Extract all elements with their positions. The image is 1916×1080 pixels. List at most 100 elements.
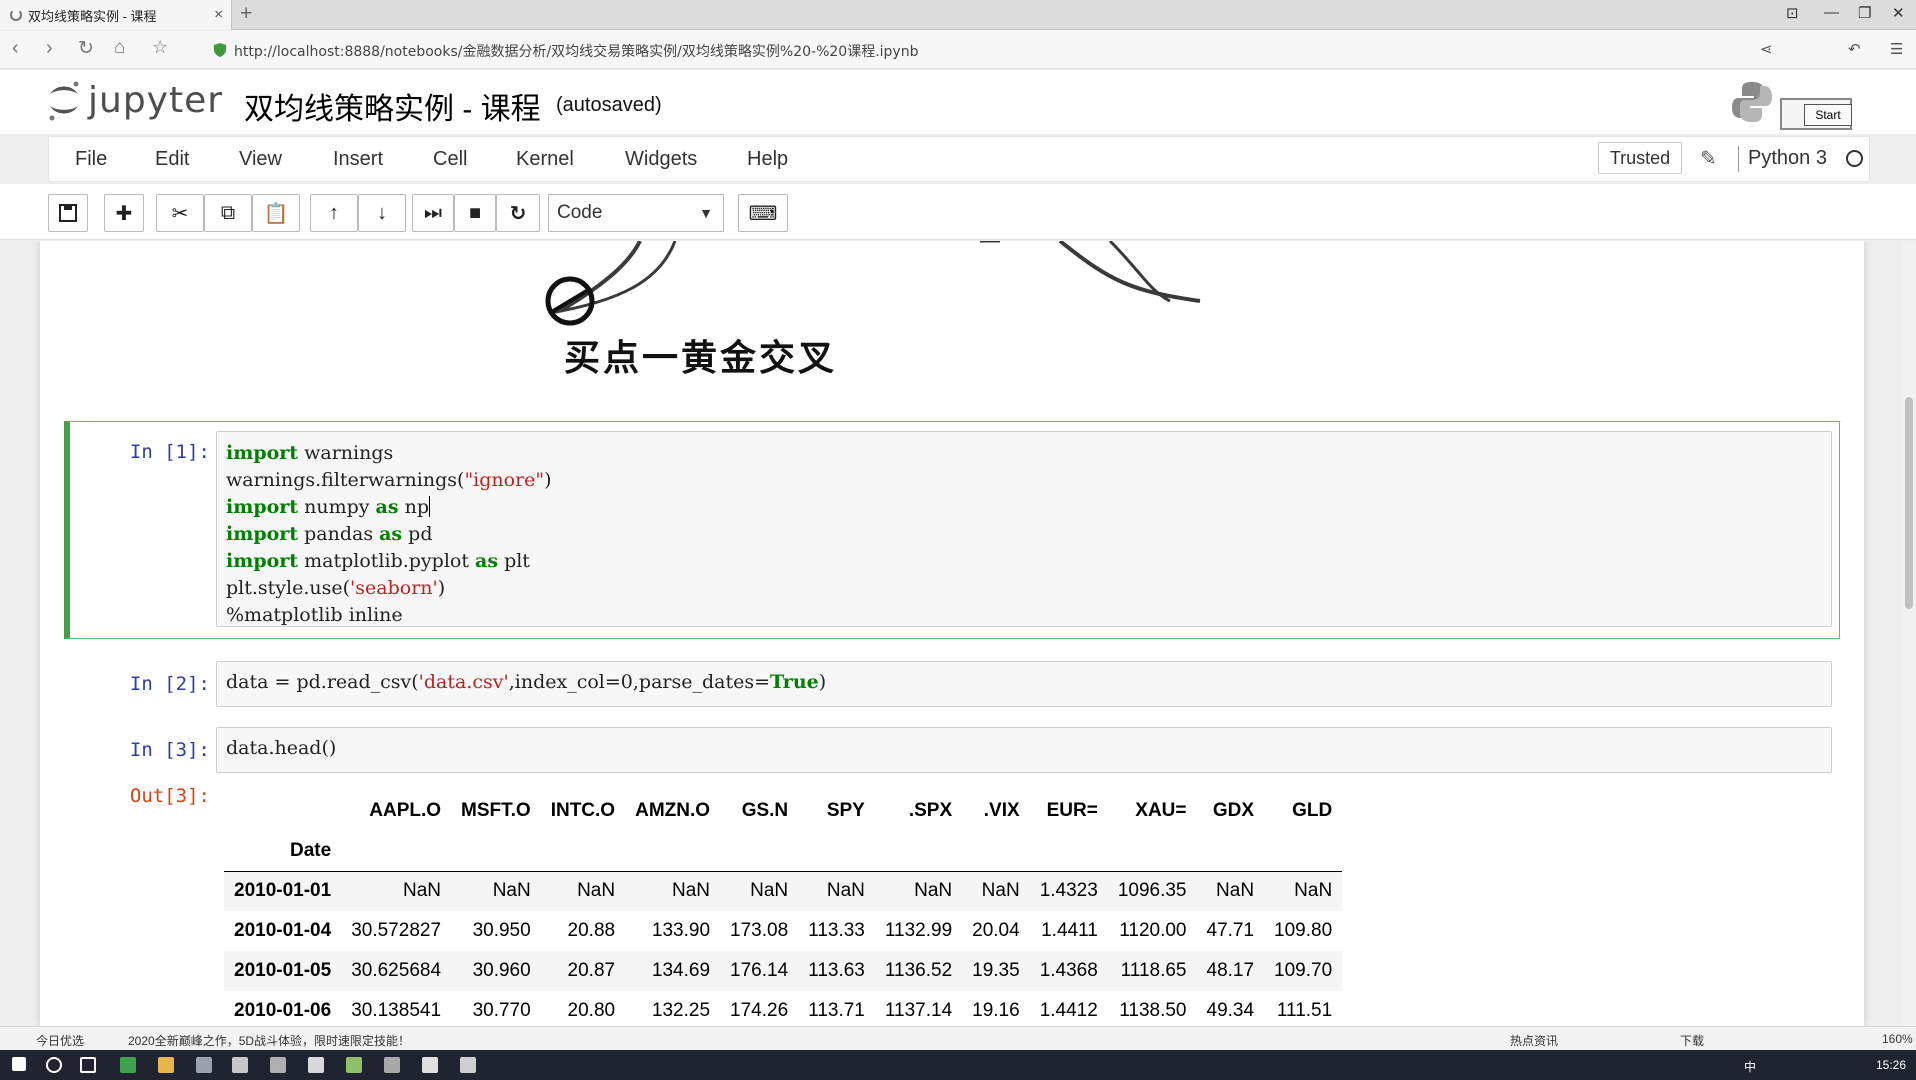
- hot-news-link[interactable]: 热点资讯: [1510, 1032, 1558, 1049]
- code-line: warnings.filterwarnings("ignore"): [226, 469, 552, 491]
- save-button[interactable]: [48, 194, 88, 232]
- download-link[interactable]: 下载: [1680, 1032, 1704, 1049]
- insert-cell-button[interactable]: ✚: [104, 194, 144, 232]
- task-view-icon[interactable]: [80, 1057, 96, 1073]
- table-cell: 1.4411: [1041, 920, 1098, 941]
- trusted-badge[interactable]: Trusted: [1598, 142, 1682, 174]
- app-icon[interactable]: [232, 1057, 248, 1073]
- app-icon[interactable]: [384, 1057, 400, 1073]
- jupyter-logo[interactable]: jupyter: [46, 78, 223, 122]
- browser-tab[interactable]: 双均线策略实例 - 课程 ×: [0, 0, 232, 30]
- app-icon[interactable]: [346, 1057, 362, 1073]
- column-header: XAU=: [1135, 800, 1187, 821]
- scrollbar-thumb[interactable]: [1905, 397, 1913, 609]
- scissors-icon: ✂: [171, 202, 189, 225]
- table-cell: 30.960: [472, 960, 531, 981]
- forward-icon[interactable]: ›: [46, 37, 53, 60]
- file-explorer-icon[interactable]: [158, 1057, 174, 1073]
- table-cell: 1096.35: [1117, 880, 1187, 902]
- interrupt-button[interactable]: ■: [454, 194, 496, 232]
- menu-icon[interactable]: ☰: [1890, 40, 1903, 58]
- address-bar: ‹ › ↻ ⌂ ☆ http://localhost:8888/notebook…: [0, 31, 1916, 69]
- secure-shield-icon: [214, 43, 226, 57]
- cell-1-prompt: In [1]:: [129, 441, 210, 463]
- app-icon[interactable]: [270, 1057, 286, 1073]
- taskbar-clock[interactable]: 15:26: [1876, 1058, 1906, 1072]
- zoom-level[interactable]: 160%: [1882, 1032, 1913, 1046]
- close-tab-icon[interactable]: ×: [214, 6, 223, 23]
- run-button[interactable]: ⏭: [412, 194, 454, 232]
- windows-start-icon[interactable]: [12, 1057, 26, 1071]
- menu-edit[interactable]: Edit: [155, 148, 189, 171]
- table-cell: 1.4412: [1039, 1000, 1098, 1021]
- new-tab-button[interactable]: +: [240, 2, 252, 26]
- table-cell: 30.625684: [351, 960, 442, 981]
- table-cell: 174.26: [730, 1000, 789, 1021]
- table-cell: NaN: [1294, 880, 1333, 902]
- table-cell: 49.34: [1206, 1000, 1255, 1021]
- pin-icon[interactable]: ⊡: [1786, 4, 1799, 22]
- table-row: 2010-01-04 30.572827 30.950 20.88 133.90 173.…: [224, 911, 1342, 951]
- code-line: import matplotlib.pyplot as plt: [226, 550, 530, 572]
- undo-icon[interactable]: ↶: [1848, 40, 1861, 58]
- minimize-icon[interactable]: —: [1824, 4, 1839, 21]
- table-cell: 1120.00: [1119, 920, 1187, 941]
- kernel-separator: [1738, 146, 1739, 172]
- command-palette-button[interactable]: ⌨: [738, 194, 788, 232]
- share-icon[interactable]: ⋖: [1760, 40, 1773, 58]
- code-line: import numpy as np: [226, 496, 431, 518]
- home-icon[interactable]: ⌂: [114, 37, 125, 59]
- table-cell: 20.04: [972, 920, 1020, 941]
- close-window-icon[interactable]: ✕: [1892, 4, 1905, 22]
- cell-3-input[interactable]: data.head(): [216, 727, 1832, 773]
- url-field[interactable]: http://localhost:8888/notebooks/金融数据分析/双…: [234, 41, 918, 61]
- menu-kernel[interactable]: Kernel: [516, 148, 574, 171]
- cut-button[interactable]: ✂: [156, 194, 204, 232]
- paste-button[interactable]: 📋: [252, 194, 300, 232]
- menu-view[interactable]: View: [239, 148, 282, 171]
- table-cell: 20.88: [567, 920, 616, 941]
- start-button[interactable]: Start: [1804, 104, 1852, 126]
- restore-icon[interactable]: ❐: [1858, 4, 1871, 22]
- table-cell: 1.4323: [1039, 880, 1098, 902]
- app-icon[interactable]: [308, 1057, 324, 1073]
- jupyter-logo-icon: [49, 81, 79, 121]
- restart-button[interactable]: ↻: [496, 194, 540, 232]
- vertical-scrollbar[interactable]: [1902, 241, 1916, 1026]
- row-index: 2010-01-06: [234, 1000, 332, 1021]
- move-down-button[interactable]: ↓: [358, 194, 406, 232]
- app-icon[interactable]: [460, 1057, 476, 1073]
- paste-icon: 📋: [263, 202, 289, 225]
- table-cell: 20.80: [567, 1000, 616, 1021]
- input-language-indicator[interactable]: 中: [1744, 1058, 1756, 1075]
- edit-pencil-icon[interactable]: ✎: [1700, 146, 1717, 171]
- figure-caption: 买点一黄金交叉: [564, 338, 838, 379]
- table-cell: 133.90: [651, 920, 711, 941]
- browser-app-icon[interactable]: [120, 1057, 136, 1073]
- today-picks-link[interactable]: 今日优选: [36, 1032, 84, 1049]
- bookmark-star-icon[interactable]: ☆: [152, 37, 168, 58]
- search-icon[interactable]: [46, 1057, 62, 1073]
- menu-cell[interactable]: Cell: [433, 148, 467, 171]
- column-header-row: AAPL.O MSFT.O INTC.O AMZN.O GS.N SPY .SP…: [224, 791, 1342, 831]
- menu-file[interactable]: File: [75, 148, 107, 171]
- table-cell: 1118.65: [1120, 960, 1187, 981]
- move-up-button[interactable]: ↑: [310, 194, 358, 232]
- back-icon[interactable]: ‹: [12, 37, 19, 60]
- reload-icon[interactable]: ↻: [78, 37, 94, 60]
- copy-button[interactable]: ⧉: [204, 194, 252, 232]
- cell-type-select[interactable]: Code ▼: [548, 194, 724, 232]
- menu-widgets[interactable]: Widgets: [625, 148, 697, 171]
- cell-2-input[interactable]: data = pd.read_csv('data.csv',index_col=…: [216, 661, 1832, 707]
- news-ticker[interactable]: 2020全新巅峰之作，5D战斗体验，限时速限定技能！: [128, 1032, 410, 1049]
- menu-insert[interactable]: Insert: [333, 148, 383, 171]
- table-cell: 19.35: [972, 960, 1020, 981]
- cell-1-input[interactable]: import warnings warnings.filterwarnings(…: [216, 431, 1832, 627]
- column-header: EUR=: [1046, 800, 1098, 821]
- browser-tabbar: 双均线策略实例 - 课程 × + ⊡ — ❐ ✕: [0, 0, 1916, 30]
- menu-help[interactable]: Help: [747, 148, 788, 171]
- app-icon[interactable]: [422, 1057, 438, 1073]
- app-icon[interactable]: [196, 1057, 212, 1073]
- row-index: 2010-01-05: [234, 960, 332, 981]
- notebook-title[interactable]: 双均线策略实例 - 课程: [244, 84, 541, 128]
